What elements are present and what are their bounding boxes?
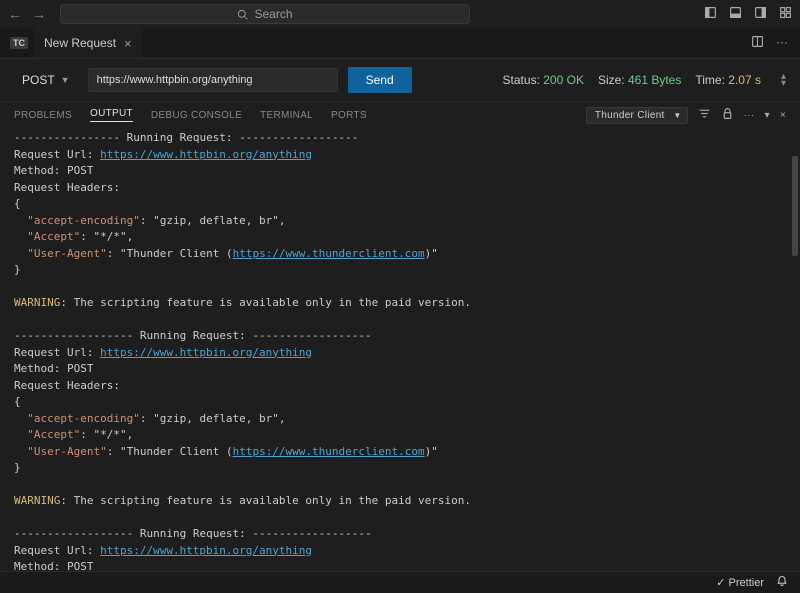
log-text: Request Url: <box>14 148 100 161</box>
tab-terminal[interactable]: TERMINAL <box>260 110 313 121</box>
thunder-client-badge: TC <box>10 37 28 49</box>
output-channel-selector[interactable]: Thunder Client ▼ <box>586 107 688 124</box>
panel-tab-bar: PROBLEMS OUTPUT DEBUG CONSOLE TERMINAL P… <box>0 102 800 128</box>
header-value: : "*/*", <box>80 230 133 243</box>
request-url-link[interactable]: https://www.httpbin.org/anything <box>100 346 312 359</box>
output-panel[interactable]: ---------------- Running Request: ------… <box>0 128 800 572</box>
response-stats: Status: 200 OK Size: 461 Bytes Time: 2.0… <box>503 73 761 87</box>
layout-panel-icon[interactable] <box>729 6 742 22</box>
log-text: Running Request: <box>127 131 240 144</box>
tab-ports[interactable]: PORTS <box>331 110 367 121</box>
prettier-status[interactable]: ✓ Prettier <box>716 576 764 589</box>
log-text: } <box>14 461 21 474</box>
method-label: POST <box>22 73 55 87</box>
header-key: "accept-encoding" <box>27 412 140 425</box>
time-label: Time: <box>695 73 725 87</box>
header-value: )" <box>425 445 438 458</box>
command-center-search[interactable]: Search <box>60 4 470 24</box>
lock-icon[interactable] <box>721 107 734 123</box>
filter-icon[interactable] <box>698 107 711 123</box>
chevron-down-icon: ▼ <box>673 111 681 120</box>
log-text: ------------------ <box>14 527 140 540</box>
close-panel-icon[interactable]: × <box>780 110 786 121</box>
size-value: 461 Bytes <box>628 73 681 87</box>
editor-tab-bar: TC New Request × ··· <box>0 28 800 58</box>
chevron-down-icon[interactable]: ▾ <box>765 110 770 121</box>
tab-new-request[interactable]: New Request × <box>34 28 142 58</box>
header-value: : "gzip, deflate, br", <box>140 214 286 227</box>
close-icon[interactable]: × <box>124 36 132 51</box>
send-button[interactable]: Send <box>348 67 412 93</box>
warning-label: WARNING <box>14 296 60 309</box>
log-text: ------------------ <box>239 131 358 144</box>
request-bar: POST ▼ Send Status: 200 OK Size: 461 Byt… <box>0 58 800 102</box>
size-label: Size: <box>598 73 625 87</box>
scrollbar-thumb[interactable] <box>792 156 798 256</box>
warning-label: WARNING <box>14 494 60 507</box>
nav-back-icon[interactable]: ← <box>8 6 22 22</box>
log-text: Request Headers: <box>14 379 120 392</box>
header-value: : "Thunder Client ( <box>107 247 233 260</box>
log-text: ------------------ <box>252 527 371 540</box>
log-text: ------------------ <box>252 329 371 342</box>
tab-problems[interactable]: PROBLEMS <box>14 110 72 121</box>
header-key: "Accept" <box>27 230 80 243</box>
log-text: Running Request: <box>140 329 253 342</box>
layout-primary-side-icon[interactable] <box>704 6 717 22</box>
header-value: : "*/*", <box>80 428 133 441</box>
more-icon[interactable]: ··· <box>744 110 755 121</box>
status-label: Status: <box>503 73 540 87</box>
layout-customize-icon[interactable] <box>779 6 792 22</box>
expand-toggle-icon[interactable]: ▴▾ <box>781 73 786 87</box>
log-text: Running Request: <box>140 527 253 540</box>
bell-icon[interactable] <box>776 575 788 590</box>
layout-secondary-side-icon[interactable] <box>754 6 767 22</box>
log-text: { <box>14 395 21 408</box>
log-text: ---------------- <box>14 131 127 144</box>
header-value: )" <box>425 247 438 260</box>
user-agent-link[interactable]: https://www.thunderclient.com <box>233 247 425 260</box>
prettier-label: Prettier <box>729 577 764 589</box>
split-editor-icon[interactable] <box>751 35 764 51</box>
request-url-link[interactable]: https://www.httpbin.org/anything <box>100 544 312 557</box>
user-agent-link[interactable]: https://www.thunderclient.com <box>233 445 425 458</box>
url-input[interactable] <box>88 68 338 92</box>
search-placeholder: Search <box>254 7 292 21</box>
header-value: : "gzip, deflate, br", <box>140 412 286 425</box>
http-method-selector[interactable]: POST ▼ <box>14 69 78 91</box>
header-key: "Accept" <box>27 428 80 441</box>
log-text: Request Url: <box>14 544 100 557</box>
header-key: "User-Agent" <box>27 445 106 458</box>
header-key: "User-Agent" <box>27 247 106 260</box>
status-value: 200 OK <box>543 73 584 87</box>
warning-message: : The scripting feature is available onl… <box>60 296 471 309</box>
header-value: : "Thunder Client ( <box>107 445 233 458</box>
search-icon <box>237 9 248 20</box>
log-text: Method: POST <box>14 362 93 375</box>
tab-output[interactable]: OUTPUT <box>90 108 133 122</box>
log-text: Method: POST <box>14 164 93 177</box>
status-bar: ✓ Prettier <box>0 571 800 593</box>
time-value: 2.07 s <box>728 73 761 87</box>
chevron-down-icon: ▼ <box>61 75 70 85</box>
title-bar: ← → Search <box>0 0 800 28</box>
tab-title: New Request <box>44 36 116 50</box>
more-actions-icon[interactable]: ··· <box>776 35 788 51</box>
nav-forward-icon[interactable]: → <box>32 6 46 22</box>
log-text: } <box>14 263 21 276</box>
log-text: { <box>14 197 21 210</box>
log-text: ------------------ <box>14 329 140 342</box>
output-channel-label: Thunder Client <box>595 110 665 121</box>
request-url-link[interactable]: https://www.httpbin.org/anything <box>100 148 312 161</box>
header-key: "accept-encoding" <box>27 214 140 227</box>
warning-message: : The scripting feature is available onl… <box>60 494 471 507</box>
log-text: Request Url: <box>14 346 100 359</box>
log-text: Request Headers: <box>14 181 120 194</box>
tab-debug-console[interactable]: DEBUG CONSOLE <box>151 110 242 121</box>
